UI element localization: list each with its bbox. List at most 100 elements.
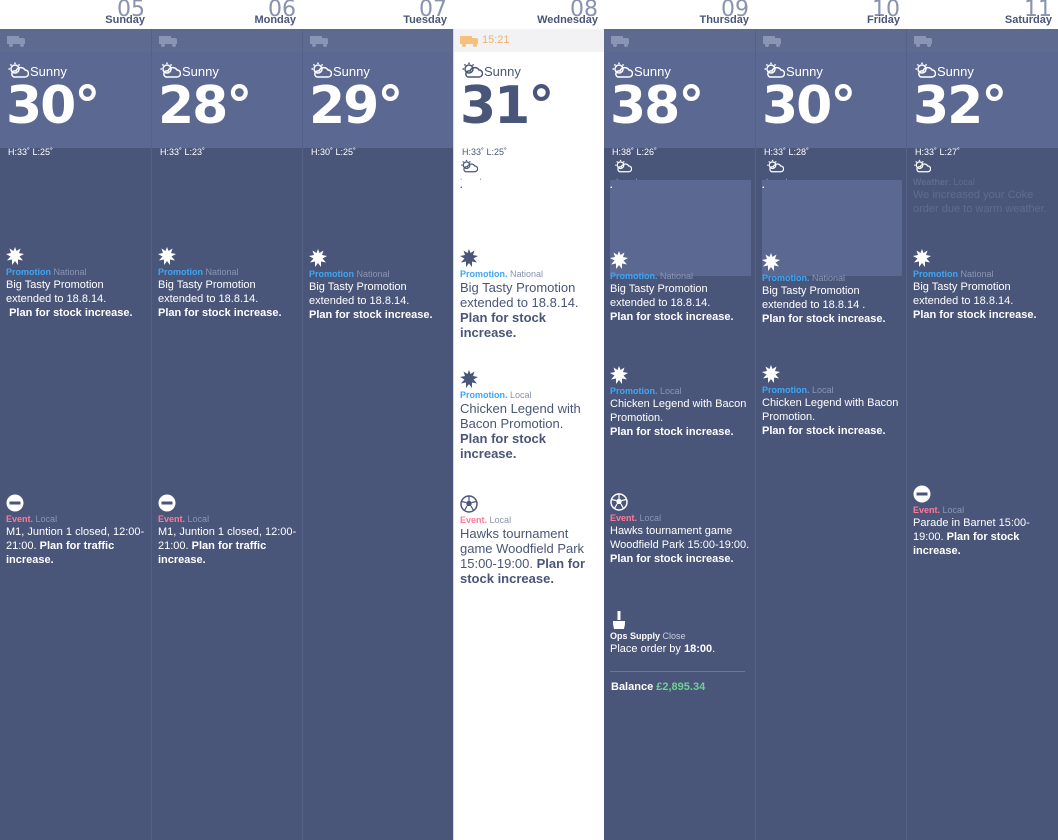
category-label: Event	[158, 514, 183, 524]
card-tagline: Promotion National	[158, 267, 298, 278]
high-low: H:33˚ L:27˚	[915, 147, 961, 157]
delivery-strip[interactable]: 15:21	[454, 29, 604, 52]
card-tagline: Promotion. National	[762, 273, 846, 283]
day-name: Friday	[866, 14, 900, 26]
promotion-card[interactable]: Promotion. National Big Tasty Promotion …	[460, 249, 600, 340]
card-message: Chicken Legend with Bacon Promotion.	[460, 401, 581, 431]
promotion-card[interactable]: Promotion. Local Chicken Legend with Bac…	[460, 370, 600, 461]
promotion-card[interactable]: Promotion. National Big Tasty Promotion …	[610, 251, 751, 324]
weather-card[interactable]: Weather. Local We increased your Coke or…	[460, 157, 600, 276]
category-label: Event	[460, 515, 485, 525]
weather-panel[interactable]: Sunny 28° H:33˚ L:23˚	[152, 52, 302, 157]
card-tagline: Promotion. Local	[460, 390, 532, 400]
event-card[interactable]: Event. Local M1, Juntion 1 closed, 12:00…	[158, 494, 298, 567]
card-action: Plan for stock increase.	[460, 431, 546, 461]
scope-label: Local	[660, 386, 682, 396]
event-card[interactable]: Event. Local Parade in Barnet 15:00-19:0…	[913, 485, 1054, 558]
day-header: 06 Monday	[151, 0, 302, 29]
day-column-friday[interactable]: 10 Friday Sunny 30° H:33˚ L:28˚ Weather.…	[755, 0, 906, 840]
card-message: Big Tasty Promotion extended to 18.8.14.	[158, 279, 259, 305]
day-column-tuesday[interactable]: 07 Tuesday Sunny 29° H:30˚ L:25˚ Promoti…	[302, 0, 453, 840]
promotion-card[interactable]: Promotion National Big Tasty Promotion e…	[6, 247, 147, 320]
card-message: Big Tasty Promotion extended to 18.8.14.	[309, 281, 410, 307]
weather-panel[interactable]: Sunny 31° H:33˚ L:25˚	[454, 52, 604, 157]
delivery-strip[interactable]	[152, 29, 302, 52]
promotion-card[interactable]: Promotion. National Big Tasty Promotion …	[762, 253, 902, 326]
card-tagline: Promotion National	[913, 269, 1054, 280]
day-column-wednesday[interactable]: 08 Wednesday 15:21 Sunny 31° H:33˚ L:25˚…	[453, 0, 604, 840]
card-text: Big Tasty Promotion extended to 18.8.14.…	[610, 282, 751, 324]
category-label: Promotion	[762, 273, 807, 283]
promotion-card[interactable]: Promotion National Big Tasty Promotion e…	[158, 247, 298, 320]
category-label: Promotion	[6, 267, 51, 277]
scope-label: Local	[187, 514, 210, 524]
promotion-burst-icon	[913, 249, 931, 267]
scope-label: Local	[489, 515, 512, 525]
ops-supply-card[interactable]: Ops Supply Close Place order by 18:00.	[610, 611, 751, 656]
card-text: Chicken Legend with Bacon Promotion. Plan…	[762, 396, 902, 438]
card-action: Plan for stock increase.	[460, 310, 546, 340]
weather-card[interactable]: Weather. Local We increased your Coke or…	[610, 157, 751, 276]
weather-panel[interactable]: Sunny 38° H:38˚ L:26˚	[604, 52, 755, 157]
weather-panel[interactable]: Sunny 30° H:33˚ L:28˚	[756, 52, 906, 157]
day-column-thursday[interactable]: 09 Thursday Sunny 38° H:38˚ L:26˚ Weathe…	[604, 0, 755, 840]
promotion-card[interactable]: Promotion National Big Tasty Promotion e…	[309, 249, 449, 322]
order-deadline: 18:00	[684, 643, 713, 655]
event-card[interactable]: Event. Local M1, Juntion 1 closed, 12:00…	[6, 494, 147, 567]
card-tagline: Event. Local	[913, 505, 965, 515]
day-body: Sunny 30° H:33˚ L:28˚ Weather. Local We …	[755, 29, 906, 840]
balance: Balance £2,895.34	[611, 681, 705, 693]
high-low: H:33˚ L:25˚	[8, 147, 54, 157]
delivery-strip[interactable]	[0, 29, 151, 52]
card-text: Chicken Legend with Bacon Promotion. Plan…	[460, 401, 600, 461]
event-card[interactable]: Event. Local Hawks tournament game Woodf…	[610, 493, 751, 566]
delivery-strip[interactable]	[756, 29, 906, 52]
category-label: Promotion	[610, 271, 655, 281]
category-label: Promotion	[610, 386, 655, 396]
category-label: Promotion	[309, 269, 354, 279]
weather-card[interactable]: Weather. Local We increased your Coke or…	[762, 157, 902, 276]
scope-label: National	[960, 269, 994, 279]
day-name: Saturday	[1004, 14, 1052, 26]
day-column-saturday[interactable]: 11 Saturday Sunny 32° H:33˚ L:27˚ Weathe…	[906, 0, 1058, 840]
scope-label: Local	[812, 385, 834, 395]
truck-icon	[310, 36, 330, 47]
event-card[interactable]: Event. Local Hawks tournament game Woodf…	[460, 495, 600, 586]
promotion-burst-icon	[610, 251, 628, 269]
card-action: Plan for stock increase.	[610, 426, 734, 438]
scope-label: Local	[639, 513, 662, 523]
day-body: Sunny 28° H:33˚ L:23˚ Promotion National…	[151, 29, 302, 840]
promotion-burst-icon	[460, 249, 478, 267]
weather-card[interactable]: Weather. Local We increased your Coke or…	[913, 157, 1054, 216]
balance-label: Balance	[611, 681, 654, 693]
card-text: We increased your Coke order due to warm…	[913, 189, 1047, 215]
scope-label: National	[510, 269, 544, 279]
card-message: Big Tasty Promotion extended to 18.8.14.	[610, 283, 711, 309]
day-column-sunday[interactable]: 05 Sunday Sunny 30° H:33˚ L:25˚ Promotio…	[0, 0, 151, 840]
day-header: 07 Tuesday	[302, 0, 453, 29]
weather-panel[interactable]: Sunny 32° H:33˚ L:27˚	[907, 52, 1058, 157]
delivery-strip[interactable]	[604, 29, 755, 52]
promotion-burst-icon	[460, 370, 478, 388]
promotion-burst-icon	[610, 366, 628, 384]
day-header: 08 Wednesday	[453, 0, 604, 29]
delivery-strip[interactable]	[303, 29, 453, 52]
card-action: Plan for stock increase.	[913, 309, 1037, 321]
promotion-card[interactable]: Promotion. Local Chicken Legend with Bac…	[762, 365, 902, 438]
scope-label: National	[356, 269, 390, 279]
high-low: H:33˚ L:25˚	[462, 147, 508, 157]
scope-label: Local	[942, 505, 965, 515]
card-action: Plan for stock increase.	[309, 309, 433, 321]
promotion-burst-icon	[762, 365, 780, 383]
day-body: Sunny 30° H:33˚ L:25˚ Promotion National…	[0, 29, 151, 840]
delivery-strip[interactable]	[907, 29, 1058, 52]
day-column-monday[interactable]: 06 Monday Sunny 28° H:33˚ L:23˚ Promotio…	[151, 0, 302, 840]
weather-panel[interactable]: Sunny 30° H:33˚ L:25˚	[0, 52, 151, 157]
card-message: Hawks tournament game Woodfield Park 15:…	[610, 525, 750, 551]
day-body: Sunny 29° H:30˚ L:25˚ Promotion National…	[302, 29, 453, 840]
card-tagline: Weather. Local	[762, 177, 902, 276]
promotion-card[interactable]: Promotion National Big Tasty Promotion e…	[913, 249, 1054, 322]
weather-panel[interactable]: Sunny 29° H:30˚ L:25˚	[303, 52, 453, 157]
promotion-card[interactable]: Promotion. Local Chicken Legend with Bac…	[610, 366, 751, 439]
card-text: Place order by 18:00.	[610, 643, 716, 655]
